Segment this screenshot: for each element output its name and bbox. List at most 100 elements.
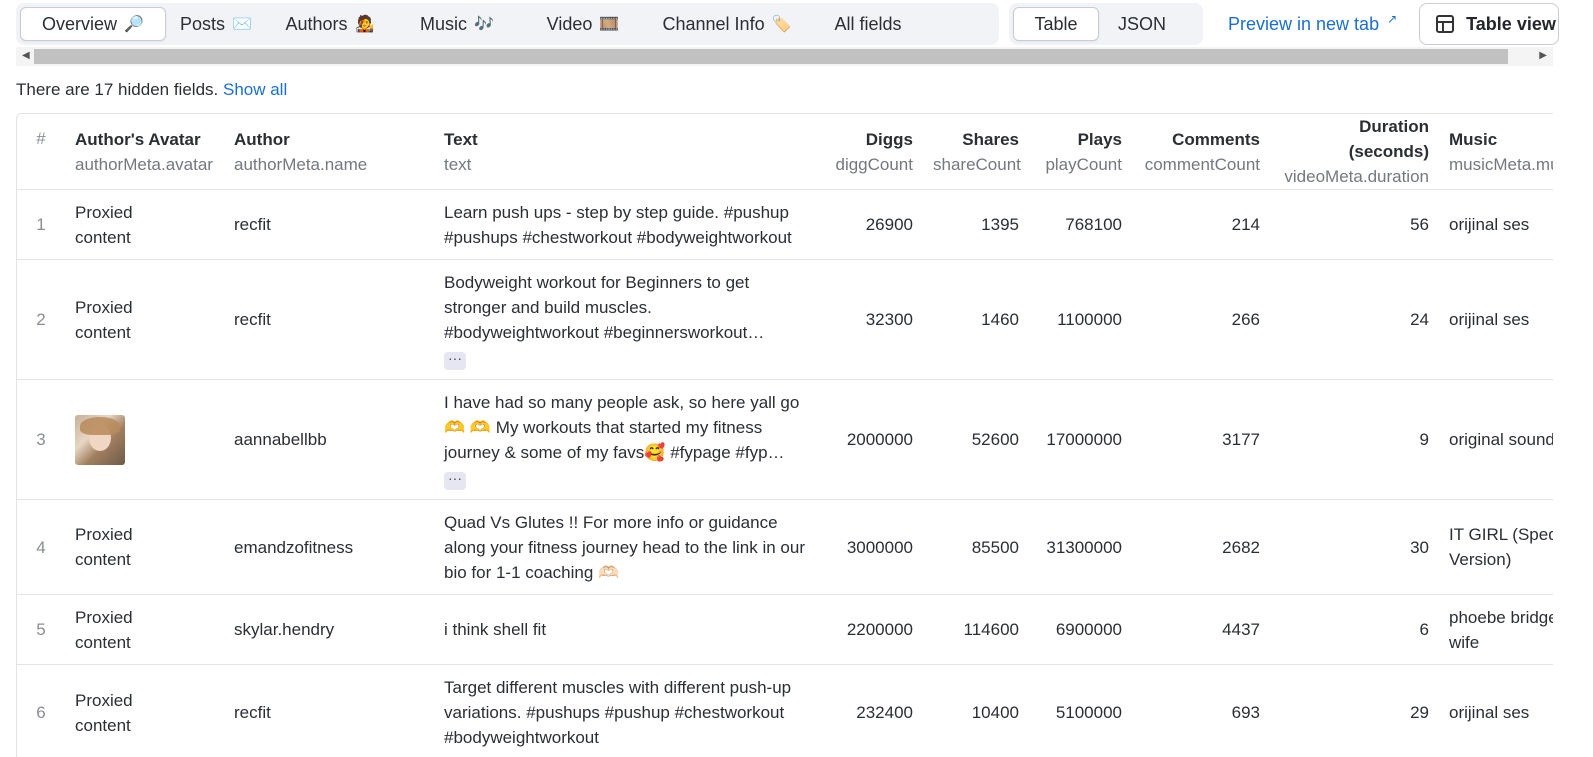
- column-header-diggs[interactable]: Diggs diggCount: [818, 114, 923, 190]
- shares-cell: 114600: [923, 594, 1029, 665]
- column-header-text[interactable]: Text text: [434, 114, 818, 190]
- author-cell: emandzofitness: [224, 499, 434, 595]
- table-row[interactable]: 5 Proxied content skylar.hendry i think shel…: [17, 594, 1553, 665]
- column-field-path: playCount: [1045, 154, 1122, 174]
- column-header-comments[interactable]: Comments commentCount: [1132, 114, 1270, 190]
- comments-cell: 693: [1132, 664, 1270, 757]
- broken-image-placeholder: Proxied content: [75, 607, 133, 652]
- column-field-path: authorMeta.name: [234, 154, 368, 174]
- plays-cell: 6900000: [1029, 594, 1132, 665]
- tab-label: Video: [546, 13, 593, 34]
- column-header-author[interactable]: Author authorMeta.name: [224, 114, 434, 190]
- shares-cell: 1395: [923, 189, 1029, 260]
- table-row[interactable]: 1 Proxied content recfit Learn push ups - st…: [17, 189, 1553, 260]
- tab-label: Channel Info: [662, 13, 765, 34]
- column-header-duration[interactable]: Duration (seconds) videoMeta.duration: [1270, 114, 1439, 190]
- author-avatar-cell: Proxied content: [65, 499, 224, 595]
- tab-table-view[interactable]: Table: [1013, 7, 1099, 41]
- results-table: # Author's Avatar authorMeta.avatar Author a…: [17, 114, 1553, 757]
- duration-cell: 30: [1270, 499, 1439, 595]
- singer-icon: 🧑‍🎤: [354, 16, 375, 33]
- text-cell: Learn push ups - step by step guide. #pu…: [434, 189, 818, 260]
- text-cell: Bodyweight workout for Beginners to get …: [434, 259, 818, 380]
- scroll-left-icon[interactable]: ◀: [22, 50, 30, 61]
- column-field-path: shareCount: [933, 154, 1021, 174]
- column-header-index[interactable]: #: [17, 114, 65, 190]
- music-cell: IT GIRL (Sped up Version): [1439, 499, 1553, 595]
- expand-more-button[interactable]: ···: [444, 351, 466, 370]
- tab-label: Overview: [42, 13, 118, 34]
- scroll-right-icon[interactable]: ▶: [1539, 50, 1547, 61]
- music-cell: orijinal ses: [1439, 259, 1553, 380]
- results-table-container: # Author's Avatar authorMeta.avatar Author a…: [16, 113, 1553, 757]
- label-icon: 🏷️: [771, 16, 792, 33]
- post-text: I have had so many people ask, so here y…: [444, 392, 800, 462]
- hidden-fields-notice: There are 17 hidden fields. Show all: [16, 80, 287, 100]
- shares-cell: 85500: [923, 499, 1029, 595]
- column-field-path: videoMeta.duration: [1284, 167, 1429, 186]
- column-header-author-avatar[interactable]: Author's Avatar authorMeta.avatar: [65, 114, 224, 190]
- preview-in-new-tab-link[interactable]: Preview in new tab ↗: [1228, 12, 1398, 35]
- diggs-cell: 32300: [818, 259, 923, 380]
- post-text: Bodyweight workout for Beginners to get …: [444, 272, 765, 342]
- table-view-label: Table view: [1466, 13, 1556, 34]
- tab-channel-info[interactable]: Channel Info 🏷️: [646, 7, 808, 41]
- row-index: 3: [17, 379, 65, 500]
- table-row[interactable]: 3 aannabellbb I have had so many people as…: [17, 379, 1553, 500]
- expand-more-button[interactable]: ···: [444, 471, 466, 490]
- magnifier-icon: 🔎: [124, 16, 144, 33]
- comments-cell: 4437: [1132, 594, 1270, 665]
- external-link-icon: ↗: [1387, 12, 1398, 26]
- column-header-plays[interactable]: Plays playCount: [1029, 114, 1132, 190]
- tab-posts[interactable]: Posts ✉️: [166, 7, 266, 41]
- author-avatar-cell: Proxied content: [65, 594, 224, 665]
- author-avatar-cell: Proxied content: [65, 664, 224, 757]
- table-icon: [1436, 15, 1455, 33]
- row-index: 2: [17, 259, 65, 380]
- column-label: Text: [444, 129, 478, 149]
- column-label: Music: [1449, 129, 1498, 149]
- show-all-link[interactable]: Show all: [223, 80, 287, 99]
- horizontal-scrollbar[interactable]: ◀ ▶: [16, 47, 1553, 66]
- broken-image-placeholder: Proxied content: [75, 690, 133, 735]
- tab-all-fields[interactable]: All fields: [808, 7, 928, 41]
- duration-cell: 6: [1270, 594, 1439, 665]
- diggs-cell: 2000000: [818, 379, 923, 500]
- tab-overview[interactable]: Overview 🔎: [20, 7, 166, 41]
- row-index: 5: [17, 594, 65, 665]
- plays-cell: 17000000: [1029, 379, 1132, 500]
- comments-cell: 2682: [1132, 499, 1270, 595]
- tab-label: Music: [420, 13, 468, 34]
- column-field-path: diggCount: [835, 154, 913, 174]
- author-cell: skylar.hendry: [224, 594, 434, 665]
- column-header-shares[interactable]: Shares shareCount: [923, 114, 1029, 190]
- table-row[interactable]: 2 Proxied content recfit Bodyweight workout …: [17, 259, 1553, 380]
- comments-cell: 3177: [1132, 379, 1270, 500]
- tab-authors[interactable]: Authors 🧑‍🎤: [266, 7, 394, 41]
- diggs-cell: 3000000: [818, 499, 923, 595]
- duration-cell: 56: [1270, 189, 1439, 260]
- text-cell: i think shell fit: [434, 594, 818, 665]
- tab-video[interactable]: Video 🎞️: [520, 7, 646, 41]
- author-avatar-cell: Proxied content: [65, 259, 224, 380]
- duration-cell: 29: [1270, 664, 1439, 757]
- envelope-icon: ✉️: [232, 16, 252, 33]
- column-label: Diggs: [865, 129, 913, 149]
- tab-music[interactable]: Music 🎶: [394, 7, 520, 41]
- view-toggle: Table JSON: [1009, 3, 1203, 45]
- music-notes-icon: 🎶: [474, 16, 494, 33]
- shares-cell: 10400: [923, 664, 1029, 757]
- table-row[interactable]: 4 Proxied content emandzofitness Quad Vs Glu…: [17, 499, 1553, 595]
- author-avatar-cell: [65, 379, 224, 500]
- table-row[interactable]: 6 Proxied content recfit Target different mu…: [17, 664, 1553, 757]
- row-index: 6: [17, 664, 65, 757]
- broken-image-placeholder: Proxied content: [75, 202, 133, 247]
- table-view-button[interactable]: Table view: [1419, 3, 1560, 45]
- column-field-path: musicMeta.musicName: [1449, 154, 1553, 174]
- scrollbar-thumb[interactable]: [34, 49, 1508, 64]
- diggs-cell: 2200000: [818, 594, 923, 665]
- column-field-path: text: [444, 154, 472, 174]
- tab-json-view[interactable]: JSON: [1099, 7, 1185, 41]
- column-header-music[interactable]: Music musicMeta.musicName: [1439, 114, 1553, 190]
- avatar[interactable]: [75, 414, 125, 465]
